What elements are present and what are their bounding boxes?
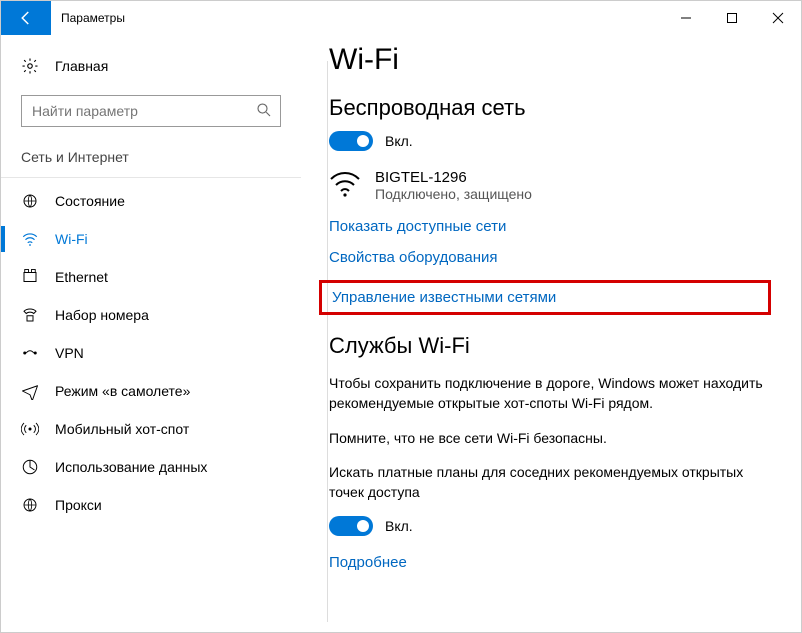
highlight-annotation: Управление известными сетями — [319, 280, 771, 315]
vpn-icon — [21, 344, 39, 362]
wifi-icon — [21, 230, 39, 248]
ethernet-icon — [21, 268, 39, 286]
wifi-signal-icon — [329, 169, 361, 197]
sidebar-item-label: Набор номера — [55, 307, 149, 323]
sidebar-item-label: Ethernet — [55, 269, 108, 285]
sidebar-item-datausage[interactable]: Использование данных — [1, 448, 301, 486]
close-icon — [772, 12, 784, 24]
wireless-section-title: Беспроводная сеть — [329, 95, 781, 121]
sidebar: Главная Сеть и Интернет Состояние Wi-Fi — [1, 35, 301, 632]
services-para2: Помните, что не все сети Wi-Fi безопасны… — [329, 428, 781, 448]
sidebar-item-wifi[interactable]: Wi-Fi — [1, 220, 301, 258]
close-button[interactable] — [755, 1, 801, 35]
back-button[interactable] — [1, 1, 51, 35]
search-input[interactable] — [21, 95, 281, 127]
sidebar-item-hotspot[interactable]: Мобильный хот-спот — [1, 410, 301, 448]
link-more-info[interactable]: Подробнее — [329, 554, 781, 571]
minimize-button[interactable] — [663, 1, 709, 35]
sidebar-item-ethernet[interactable]: Ethernet — [1, 258, 301, 296]
search-box[interactable] — [21, 95, 281, 127]
arrow-left-icon — [17, 9, 35, 27]
sidebar-home-label: Главная — [55, 58, 108, 74]
dialup-icon — [21, 306, 39, 324]
toggle-label: Вкл. — [385, 133, 413, 149]
sidebar-item-label: Использование данных — [55, 459, 207, 475]
search-icon — [255, 101, 273, 119]
sidebar-item-label: VPN — [55, 345, 84, 361]
link-hardware-props[interactable]: Свойства оборудования — [329, 249, 781, 266]
window-title: Параметры — [51, 11, 663, 25]
current-network[interactable]: BIGTEL-1296 Подключено, защищено — [329, 169, 781, 202]
ssid-name: BIGTEL-1296 — [375, 169, 532, 186]
sidebar-home[interactable]: Главная — [1, 47, 301, 85]
sidebar-item-label: Мобильный хот-спот — [55, 421, 189, 437]
gear-icon — [21, 57, 39, 75]
maximize-button[interactable] — [709, 1, 755, 35]
sidebar-item-label: Прокси — [55, 497, 102, 513]
ssid-status: Подключено, защищено — [375, 186, 532, 202]
page-heading: Wi-Fi — [329, 43, 781, 77]
sidebar-item-proxy[interactable]: Прокси — [1, 486, 301, 524]
sidebar-item-dialup[interactable]: Набор номера — [1, 296, 301, 334]
datausage-icon — [21, 458, 39, 476]
proxy-icon — [21, 496, 39, 514]
hotspot-icon — [21, 420, 39, 438]
services-para3: Искать платные планы для соседних рекоме… — [329, 462, 781, 503]
airplane-icon — [21, 382, 39, 400]
sidebar-item-label: Режим «в самолете» — [55, 383, 190, 399]
wireless-toggle[interactable]: Вкл. — [329, 131, 781, 151]
divider — [1, 177, 301, 178]
sidebar-item-label: Состояние — [55, 193, 125, 209]
sidebar-item-vpn[interactable]: VPN — [1, 334, 301, 372]
link-show-networks[interactable]: Показать доступные сети — [329, 218, 781, 235]
sidebar-item-airplane[interactable]: Режим «в самолете» — [1, 372, 301, 410]
services-section-title: Службы Wi-Fi — [329, 333, 781, 359]
services-para1: Чтобы сохранить подключение в дороге, Wi… — [329, 373, 781, 414]
sidebar-group-header: Сеть и Интернет — [1, 143, 301, 177]
toggle-switch-icon — [329, 516, 373, 536]
minimize-icon — [680, 12, 692, 24]
toggle-label: Вкл. — [385, 518, 413, 534]
status-icon — [21, 192, 39, 210]
maximize-icon — [726, 12, 738, 24]
sidebar-item-status[interactable]: Состояние — [1, 182, 301, 220]
content-area: Wi-Fi Беспроводная сеть Вкл. BIGTEL-1296… — [301, 35, 801, 632]
paid-plans-toggle[interactable]: Вкл. — [329, 516, 781, 536]
sidebar-item-label: Wi-Fi — [55, 231, 88, 247]
toggle-switch-icon — [329, 131, 373, 151]
link-known-networks[interactable]: Управление известными сетями — [332, 289, 556, 306]
